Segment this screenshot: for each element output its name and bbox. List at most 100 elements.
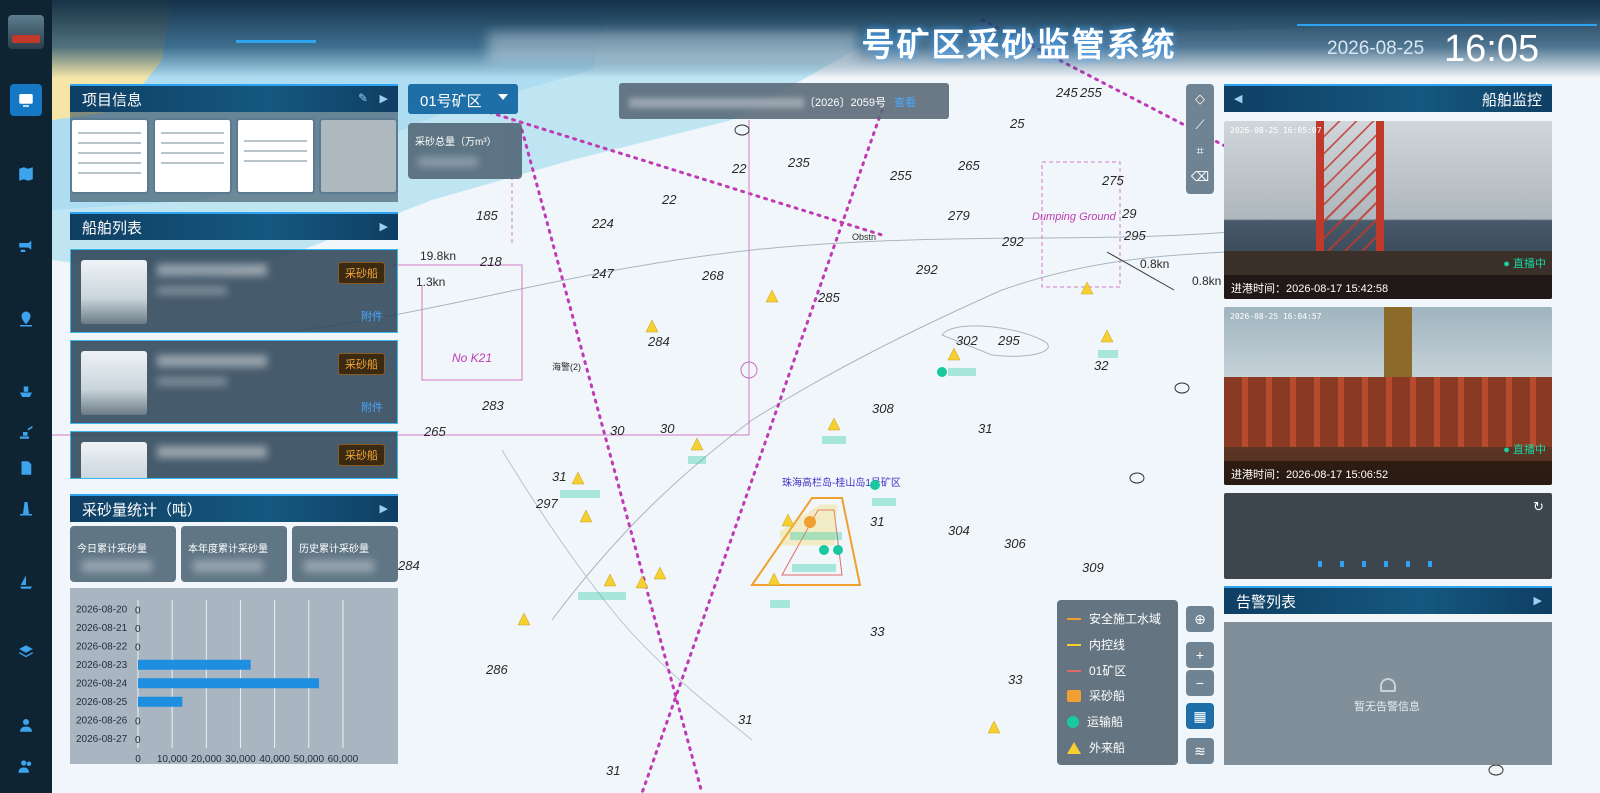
ship-card[interactable]: 采砂船	[70, 431, 398, 479]
project-document-thumb[interactable]	[319, 118, 398, 194]
svg-text:306: 306	[1004, 536, 1026, 551]
project-document-thumb[interactable]	[70, 118, 149, 194]
svg-text:235: 235	[787, 155, 810, 170]
chevron-right-icon[interactable]: ▶	[380, 502, 388, 515]
alarm-list-body: 暂无告警信息	[1224, 622, 1552, 765]
svg-text:31: 31	[738, 712, 752, 727]
attachment-link[interactable]: 附件	[361, 399, 383, 415]
rectangle-draw-icon[interactable]: ⌗	[1186, 138, 1214, 164]
y-tick-label: 2026-08-25	[76, 697, 128, 708]
svg-text:292: 292	[915, 262, 938, 277]
svg-text:284: 284	[397, 558, 420, 573]
chevron-right-icon[interactable]: ▶	[1534, 594, 1542, 607]
svg-text:292: 292	[1001, 234, 1024, 249]
zoom-out-icon[interactable]: −	[1186, 670, 1214, 696]
zero-value-label: 0	[135, 624, 141, 635]
eraser-icon[interactable]: ⌫	[1186, 164, 1214, 190]
current-label: 1.3kn	[416, 275, 445, 289]
layers-icon[interactable]	[10, 636, 42, 668]
ship-card[interactable]: 采砂船 附件	[70, 340, 398, 424]
svg-text:297: 297	[535, 496, 558, 511]
stat-history: 历史累计采砂量	[292, 526, 398, 582]
excavator-icon[interactable]	[10, 416, 42, 448]
permit-notice: 〔2026〕2059号 查看	[619, 83, 949, 119]
sand-chart-panel: 0 10,000 20,000 30,000 40,000 50,000 60,000 202…	[70, 588, 398, 765]
x-tick-label: 50,000	[293, 754, 324, 764]
user-icon[interactable]	[10, 709, 42, 741]
chevron-left-icon[interactable]: ◀	[1234, 92, 1242, 105]
lighthouse-icon[interactable]	[10, 492, 42, 524]
project-document-thumb[interactable]	[236, 118, 315, 194]
y-tick-label: 2026-08-21	[76, 623, 128, 634]
edit-icon[interactable]: ✎	[358, 91, 368, 105]
location-icon[interactable]	[10, 303, 42, 335]
camera-feed[interactable]: 2026-08-25 16:05:07 ● 直播中 进港时间：2026-08-1…	[1224, 121, 1552, 299]
live-indicator: ● 直播中	[1503, 444, 1546, 456]
current-label: 0.8kn	[1192, 274, 1221, 288]
chevron-right-icon[interactable]: ▶	[380, 220, 388, 233]
svg-text:302: 302	[956, 333, 978, 348]
x-tick-label: 40,000	[259, 754, 290, 764]
zero-value-label: 0	[135, 735, 141, 746]
svg-text:304: 304	[948, 523, 970, 538]
users-icon[interactable]	[10, 750, 42, 782]
ship-card[interactable]: 采砂船 附件	[70, 249, 398, 333]
chevron-right-icon[interactable]: ▶	[380, 92, 388, 105]
camera-icon[interactable]	[10, 230, 42, 262]
x-tick-label: 20,000	[191, 754, 222, 764]
document-icon[interactable]	[10, 452, 42, 484]
layers-toggle-icon[interactable]: ≋	[1186, 738, 1214, 764]
svg-text:268: 268	[701, 268, 724, 283]
polygon-draw-icon[interactable]: ◇	[1186, 86, 1214, 112]
ship-icon[interactable]	[10, 375, 42, 407]
svg-text:295: 295	[1123, 228, 1146, 243]
vessel-label: 海警(2)	[552, 361, 581, 372]
zero-value-label: 0	[135, 716, 141, 727]
refresh-icon[interactable]: ↻	[1533, 499, 1544, 515]
svg-text:31: 31	[552, 469, 566, 484]
svg-text:309: 309	[1082, 560, 1104, 575]
mine-area-select[interactable]: 01号矿区	[408, 84, 518, 114]
zoom-in-icon[interactable]: +	[1186, 642, 1214, 668]
grid-icon[interactable]: ▦	[1186, 703, 1214, 729]
draw-toolbar: ◇ ⟋ ⌗ ⌫	[1186, 84, 1214, 194]
y-tick-label: 2026-08-23	[76, 660, 128, 671]
view-link[interactable]: 查看	[894, 97, 916, 109]
svg-text:275: 275	[1101, 173, 1124, 188]
stat-today: 今日累计采砂量	[70, 526, 176, 582]
svg-text:30: 30	[610, 423, 625, 438]
ship-photo	[81, 442, 147, 478]
y-tick-label: 2026-08-27	[76, 734, 128, 745]
attachment-link[interactable]: 附件	[361, 308, 383, 324]
camera-feed[interactable]: 2026-08-25 16:04:57 ● 直播中 进港时间：2026-08-1…	[1224, 307, 1552, 485]
svg-text:31: 31	[606, 763, 620, 778]
locate-icon[interactable]: ⊕	[1186, 606, 1214, 632]
obstn-label: Obstn	[852, 232, 876, 242]
svg-text:283: 283	[481, 398, 504, 413]
ship-type-badge: 采砂船	[338, 353, 385, 375]
x-tick-label: 30,000	[225, 754, 256, 764]
line-draw-icon[interactable]: ⟋	[1186, 112, 1214, 138]
map-icon[interactable]	[10, 158, 42, 190]
svg-text:33: 33	[870, 624, 885, 639]
bell-icon	[1380, 678, 1396, 692]
ship-type-badge: 采砂船	[338, 262, 385, 284]
x-tick-label: 0	[135, 754, 141, 764]
screen-icon[interactable]	[10, 84, 42, 116]
sand-stats-header: 采砂量统计（吨） ▶	[70, 494, 398, 522]
zero-value-label: 0	[135, 642, 141, 653]
y-tick-label: 2026-08-24	[76, 678, 128, 689]
project-info-header: 项目信息 ✎ ▶	[70, 84, 398, 112]
svg-text:285: 285	[817, 290, 840, 305]
project-document-thumb[interactable]	[153, 118, 232, 194]
sand-bar-chart: 0 10,000 20,000 30,000 40,000 50,000 60,000 202…	[76, 600, 359, 765]
svg-text:265: 265	[957, 158, 980, 173]
svg-text:22: 22	[661, 192, 677, 207]
map-legend: 安全施工水域 内控线 01矿区 采砂船 运输船 外来船	[1057, 600, 1178, 765]
camera-feed-loading[interactable]: ↻	[1224, 493, 1552, 579]
sand-ship-icon	[1067, 689, 1081, 702]
sailboat-icon[interactable]	[10, 566, 42, 598]
svg-text:295: 295	[997, 333, 1020, 348]
current-label: 19.8kn	[420, 249, 456, 263]
alarm-empty-text: 暂无告警信息	[1354, 701, 1420, 713]
